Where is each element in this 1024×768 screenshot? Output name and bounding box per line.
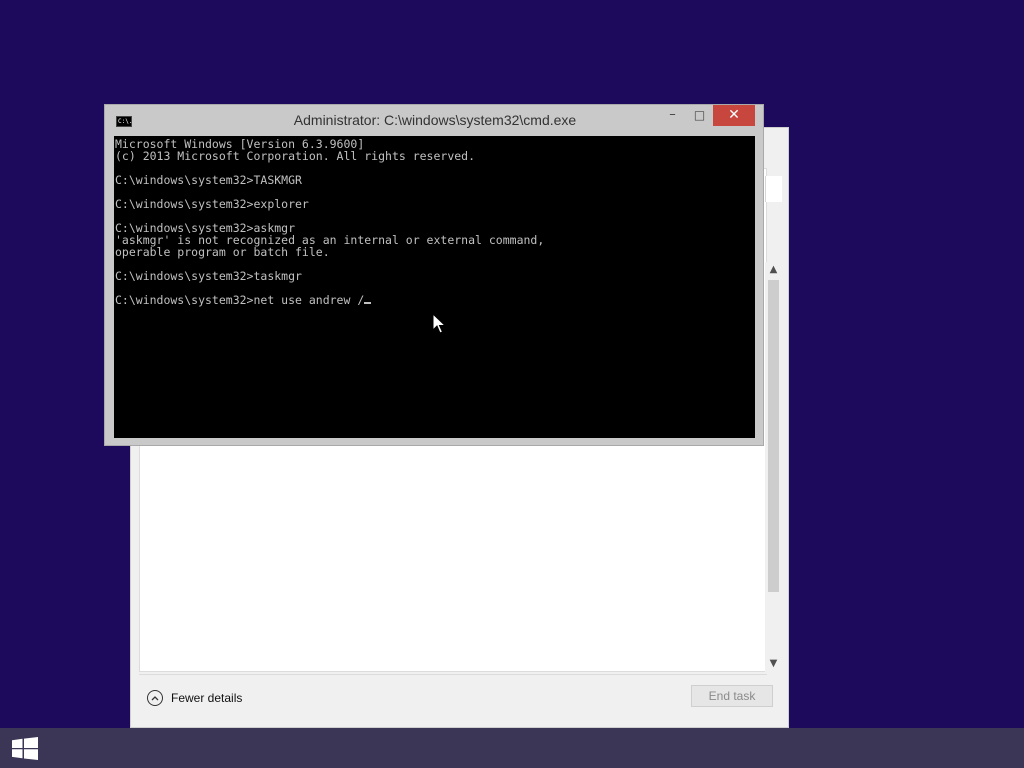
- scroll-up-icon[interactable]: ▲: [765, 262, 782, 278]
- console-line: (c) 2013 Microsoft Corporation. All righ…: [115, 149, 476, 163]
- footer-divider: [139, 674, 767, 675]
- scroll-down-icon[interactable]: ▼: [765, 656, 782, 672]
- end-task-button[interactable]: End task: [691, 685, 773, 707]
- scrollbar-thumb[interactable]: [768, 280, 779, 592]
- fewer-details-label: Fewer details: [171, 691, 243, 705]
- mouse-pointer-icon: [432, 313, 446, 334]
- taskbar: [0, 728, 1024, 768]
- window-title: Administrator: C:\windows\system32\cmd.e…: [293, 112, 577, 128]
- console-line: C:\windows\system32>taskmgr: [115, 269, 302, 283]
- console-icon[interactable]: C:\.: [116, 116, 132, 127]
- close-button[interactable]: ✕: [713, 105, 755, 126]
- command-prompt-window[interactable]: C:\. Administrator: C:\windows\system32\…: [104, 104, 764, 446]
- console-output[interactable]: Microsoft Windows [Version 6.3.9600] (c)…: [114, 136, 755, 438]
- text-cursor: [364, 302, 372, 304]
- windows-start-icon[interactable]: [12, 737, 38, 760]
- console-text: Microsoft Windows [Version 6.3.9600] (c)…: [114, 136, 755, 306]
- fewer-details-button[interactable]: Fewer details: [147, 688, 242, 708]
- title-bar[interactable]: C:\. Administrator: C:\windows\system32\…: [105, 105, 763, 135]
- column-header-edge: [765, 176, 782, 202]
- vertical-scrollbar[interactable]: ▲ ▼: [765, 262, 782, 672]
- task-manager-footer: Fewer details End task: [131, 674, 788, 727]
- minimize-button[interactable]: –: [659, 105, 686, 126]
- maximize-button[interactable]: □: [686, 105, 713, 126]
- console-line: C:\windows\system32>explorer: [115, 197, 309, 211]
- console-line: operable program or batch file.: [115, 245, 330, 259]
- console-line: C:\windows\system32>TASKMGR: [115, 173, 302, 187]
- chevron-up-icon: [147, 690, 163, 706]
- console-command-input[interactable]: C:\windows\system32>net use andrew /: [115, 293, 364, 307]
